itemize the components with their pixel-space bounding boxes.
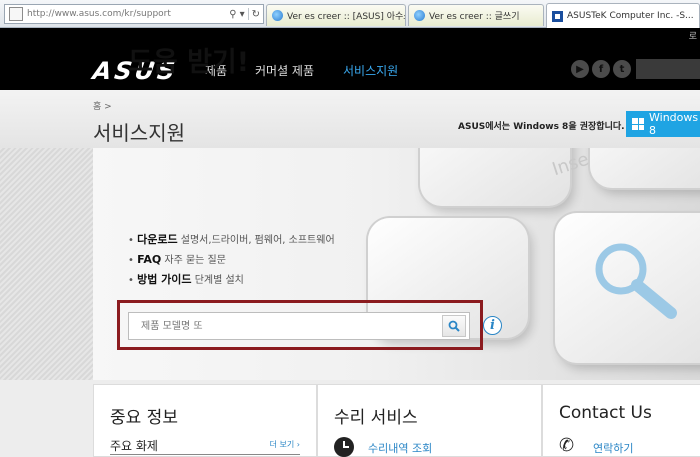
magnifier-icon	[595, 243, 677, 319]
repair-history-link[interactable]: 수리내역 조회	[368, 440, 432, 456]
hero-stripe-pattern	[0, 148, 93, 380]
bullet-strong[interactable]: 다운로드	[137, 233, 177, 246]
model-search-input[interactable]	[128, 312, 470, 340]
nav-support[interactable]: 서비스지원	[343, 62, 398, 79]
site-header: 로 ASUS 제품 커머셜 제품 서비스지원 ▶ f t	[0, 28, 700, 90]
site-search-input[interactable]	[636, 59, 700, 79]
panel-title: 수리 서비스	[334, 408, 418, 428]
title-band: 홈 > 서비스지원 ASUS에서는 Windows 8을 권장합니다. Wind…	[0, 90, 700, 148]
page-icon	[9, 7, 23, 21]
tab-asustek[interactable]: ASUSTeK Computer Inc. -S...	[546, 3, 700, 28]
page-title: 서비스지원	[93, 121, 185, 145]
breadcrumb[interactable]: 홈 >	[93, 99, 112, 112]
ie-icon	[272, 10, 283, 21]
refresh-icon[interactable]: ↻	[252, 9, 260, 20]
panel-title: Contact Us	[559, 403, 652, 423]
windows-logo-icon	[632, 118, 644, 130]
url-text[interactable]: http://www.asus.com/kr/support	[27, 9, 229, 19]
windows-8-badge[interactable]: Windows 8	[626, 111, 700, 137]
search-icon	[448, 320, 460, 332]
keyboard-key	[590, 148, 700, 188]
nav-commercial-products[interactable]: 커머셜 제품	[255, 62, 314, 79]
magnifier-key	[555, 213, 700, 363]
browser-toolbar: http://www.asus.com/kr/support ⚲ ▾ ↻ Ver…	[0, 0, 700, 28]
bullet-strong[interactable]: FAQ	[137, 253, 161, 266]
bullet-desc: 자주 묻는 질문	[164, 255, 226, 266]
facebook-icon[interactable]: f	[592, 60, 610, 78]
asus-favicon-icon	[552, 10, 563, 22]
bottom-section: 중요 정보 주요 화제 더 보기 › 수리 서비스 수리내역 조회 Contac…	[0, 380, 700, 457]
youtube-icon[interactable]: ▶	[571, 60, 589, 78]
twitter-icon[interactable]: t	[613, 60, 631, 78]
bullet-downloads[interactable]: • 다운로드 설명서,드라이버, 펌웨어, 소프트웨어	[128, 231, 335, 247]
dropdown-icon[interactable]: ▾	[240, 9, 245, 20]
panel-subtitle: 주요 화제	[110, 439, 158, 453]
clock-icon	[334, 437, 354, 457]
address-bar[interactable]: http://www.asus.com/kr/support ⚲ ▾ ↻	[4, 4, 264, 24]
search-icon[interactable]: ⚲	[229, 9, 236, 20]
tab-ver-es-creer-asus[interactable]: Ver es creer :: [ASUS] 아수스 ...	[266, 4, 406, 26]
panel-important-info: 중요 정보 주요 화제 더 보기 ›	[93, 384, 317, 457]
phone-icon: ✆	[559, 435, 575, 456]
tab-ver-es-creer-write[interactable]: Ver es creer :: 글쓰기	[408, 4, 544, 26]
panel-title: 중요 정보	[110, 408, 178, 428]
bullet-strong[interactable]: 방법 가이드	[137, 273, 191, 286]
search-button[interactable]	[442, 315, 466, 337]
more-link[interactable]: 더 보기 ›	[270, 439, 300, 450]
ie-icon	[414, 10, 425, 21]
tab-label: Ver es creer :: 글쓰기	[429, 12, 520, 22]
address-tools: ⚲ ▾ ↻	[229, 8, 263, 20]
panel-contact-us: Contact Us ✆ 연락하기	[542, 384, 700, 457]
windows-badge-label: Windows 8	[649, 111, 699, 137]
bullet-desc: 단계별 설치	[194, 275, 244, 286]
bullet-guide[interactable]: • 방법 가이드 단계별 설치	[128, 271, 244, 287]
header-top-strip: 로	[0, 28, 700, 44]
windows-recommendation: ASUS에서는 Windows 8을 권장합니다.	[458, 122, 625, 132]
keyboard-key	[420, 148, 570, 206]
login-link[interactable]: 로	[689, 29, 697, 42]
tab-label: Ver es creer :: [ASUS] 아수스 ...	[287, 12, 405, 22]
divider	[247, 8, 249, 20]
hero-heading: 도움 받기!	[128, 47, 250, 78]
divider	[110, 454, 300, 455]
panel-repair-service: 수리 서비스 수리내역 조회	[317, 384, 542, 457]
contact-link[interactable]: 연락하기	[593, 440, 633, 456]
tab-label: ASUSTeK Computer Inc. -S...	[567, 11, 694, 21]
bullet-faq[interactable]: • FAQ 자주 묻는 질문	[128, 251, 226, 266]
info-icon[interactable]: i	[483, 316, 502, 335]
bullet-desc: 설명서,드라이버, 펌웨어, 소프트웨어	[180, 235, 335, 246]
